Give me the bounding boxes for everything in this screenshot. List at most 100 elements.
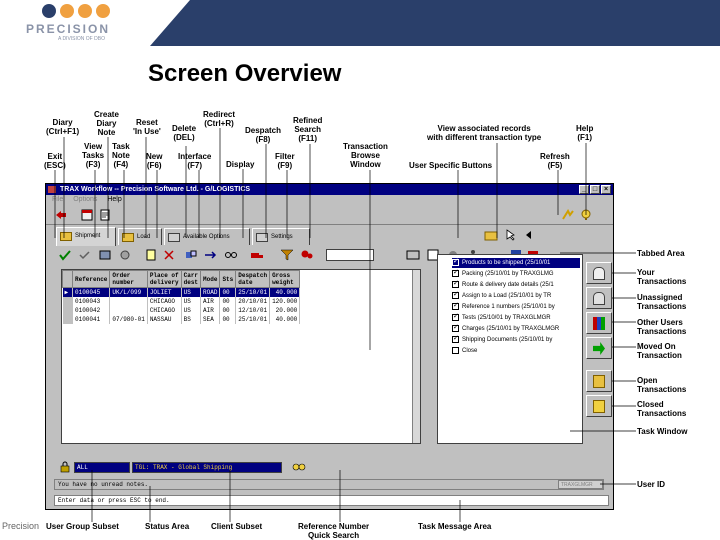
cell-weight: 40.000 <box>269 287 301 297</box>
cell-place: CHICAGO <box>147 296 182 306</box>
col-carr-dest[interactable]: Carr dest <box>180 270 202 288</box>
task-checkbox[interactable] <box>452 346 459 354</box>
grid-scrollbar[interactable] <box>412 270 420 443</box>
task-item[interactable]: Tests (25/10/01 by TRAXGLMGR <box>452 313 580 323</box>
menu-options[interactable]: Options <box>73 196 97 203</box>
person-outline-icon <box>593 292 605 305</box>
col-sts[interactable]: Sts <box>219 270 237 288</box>
task-checkbox[interactable] <box>452 280 459 289</box>
task-item[interactable]: Reference 1 numbers (25/10/01 by <box>452 302 580 312</box>
folder-icon <box>60 232 72 241</box>
cell-weight: 20.000 <box>269 305 301 315</box>
callout-reference-number: Reference Number Quick Search <box>298 522 370 540</box>
callout-interface: Interface (F7) <box>178 152 212 170</box>
callout-task-note: Task Note (F4) <box>112 142 130 169</box>
transaction-browse-window[interactable]: Reference Order number Place of delivery… <box>61 269 421 444</box>
task-item[interactable]: Shipping Documents (25/10/01 by <box>452 335 580 345</box>
task-checkbox[interactable] <box>452 291 459 300</box>
binoculars-icon[interactable] <box>292 461 306 473</box>
refresh-icon[interactable] <box>561 209 575 221</box>
your-transactions-button[interactable] <box>586 262 612 284</box>
tab-folder-icon[interactable] <box>484 229 498 241</box>
pointer-icon[interactable] <box>504 229 518 241</box>
task-label: Charges (25/10/01 by TRAXGLMGR <box>462 326 560 332</box>
task-label: Close <box>462 348 478 354</box>
tab-available-options[interactable]: Available Options <box>164 228 250 245</box>
moved-on-transaction-button[interactable] <box>586 337 612 359</box>
task-label: Shipping Documents (25/10/01 by <box>462 337 553 343</box>
cell-order-number <box>109 296 148 306</box>
delete-icon[interactable] <box>162 249 176 261</box>
task-item[interactable]: Assign to a Load (25/10/01 by TR <box>452 291 580 301</box>
menu-help[interactable]: Help <box>107 196 121 203</box>
header-band-fill <box>150 0 720 46</box>
maximize-button[interactable]: □ <box>590 185 600 194</box>
col-mode[interactable]: Mode <box>200 270 221 288</box>
interface-icon[interactable] <box>184 249 198 261</box>
person-icon <box>593 267 605 280</box>
closed-transactions-button[interactable] <box>586 395 612 417</box>
minimize-button[interactable]: _ <box>579 185 589 194</box>
tab-settings[interactable]: Settings <box>252 228 310 245</box>
col-reference[interactable]: Reference <box>71 270 111 288</box>
open-transactions-button[interactable] <box>586 370 612 392</box>
other-users-transactions-button[interactable] <box>586 312 612 334</box>
menu-file[interactable]: File <box>52 196 63 203</box>
task-checkbox[interactable] <box>452 335 459 344</box>
cell-carr: BS <box>181 314 202 324</box>
col-order-number[interactable]: Order number <box>109 270 148 288</box>
cell-mode: ROAD <box>200 287 221 297</box>
task-checkbox[interactable] <box>452 258 459 267</box>
close-button[interactable]: × <box>601 185 611 194</box>
task-checkbox[interactable] <box>452 324 459 333</box>
task-item[interactable]: Products to be shipped (25/10/01 <box>452 258 580 268</box>
exit-icon[interactable] <box>54 209 68 221</box>
row-indicator <box>62 314 73 324</box>
unassigned-transactions-button[interactable] <box>586 287 612 309</box>
task-checkbox[interactable] <box>452 269 459 278</box>
user-button-1-icon[interactable] <box>406 249 420 261</box>
cell-sts: 00 <box>219 314 237 324</box>
tab-scroll-icon[interactable] <box>522 229 536 241</box>
task-checkbox[interactable] <box>452 313 459 322</box>
refined-search-icon[interactable] <box>300 249 314 261</box>
task-item[interactable]: Charges (25/10/01 by TRAXGLMGR <box>452 324 580 334</box>
callout-exit: Exit (ESC) <box>44 152 66 170</box>
new-icon[interactable] <box>144 249 158 261</box>
task-item[interactable]: Close <box>452 346 580 356</box>
task-item[interactable]: Packing (25/10/01 by TRAXGLMG <box>452 269 580 279</box>
filter-icon[interactable] <box>280 249 294 261</box>
reference-number-quick-search[interactable] <box>326 249 374 261</box>
calendar-icon <box>168 233 180 242</box>
task-checkbox[interactable] <box>452 302 459 311</box>
despatch-truck-icon[interactable] <box>250 249 264 261</box>
view-tasks-icon[interactable] <box>78 249 92 261</box>
diary-icon[interactable] <box>80 209 94 221</box>
app-window: TRAX Workflow -- Precision Software Ltd.… <box>45 183 614 510</box>
table-row[interactable]: 0100043 CHICAGO US AIR 00 20/10/01 120.0… <box>62 296 301 306</box>
callout-view-associated: View associated records with different t… <box>427 124 542 142</box>
tab-load[interactable]: Load <box>118 228 162 245</box>
menu-bar: File Options Help <box>46 195 613 205</box>
col-gross-weight[interactable]: Gross weight <box>269 270 301 288</box>
help-icon[interactable] <box>579 209 593 221</box>
table-row[interactable]: ▶ 0100045 UK/L/099 JOLIET US ROAD 00 25/… <box>62 287 301 297</box>
user-group-subset-select[interactable]: ALL <box>74 462 130 473</box>
table-row[interactable]: 0100041 07/980-01 NASSAU BS SEA 00 25/10… <box>62 314 301 324</box>
arrow-right-icon <box>593 342 605 355</box>
col-despatch-date[interactable]: Despatch date <box>235 270 271 288</box>
redirect-icon[interactable] <box>204 249 218 261</box>
tab-shipment[interactable]: Shipment <box>56 227 116 246</box>
reset-in-use-icon[interactable] <box>118 249 132 261</box>
create-diary-note-icon[interactable] <box>98 209 112 221</box>
display-icon[interactable] <box>224 249 238 261</box>
task-item[interactable]: Route & delivery date details (25/1 <box>452 280 580 290</box>
table-row[interactable]: 0100042 CHICAGO US AIR 00 12/10/01 20.00… <box>62 305 301 315</box>
client-subset-select[interactable]: TGL: TRAX - Global Shipping <box>132 462 282 473</box>
callout-other-users: Other Users Transactions <box>637 318 687 336</box>
logo-dot-3 <box>78 4 92 18</box>
task-note-icon[interactable] <box>98 249 112 261</box>
col-place-of-delivery[interactable]: Place of delivery <box>146 270 182 288</box>
despatch-check-icon[interactable] <box>58 249 72 261</box>
settings-icon <box>256 233 268 242</box>
